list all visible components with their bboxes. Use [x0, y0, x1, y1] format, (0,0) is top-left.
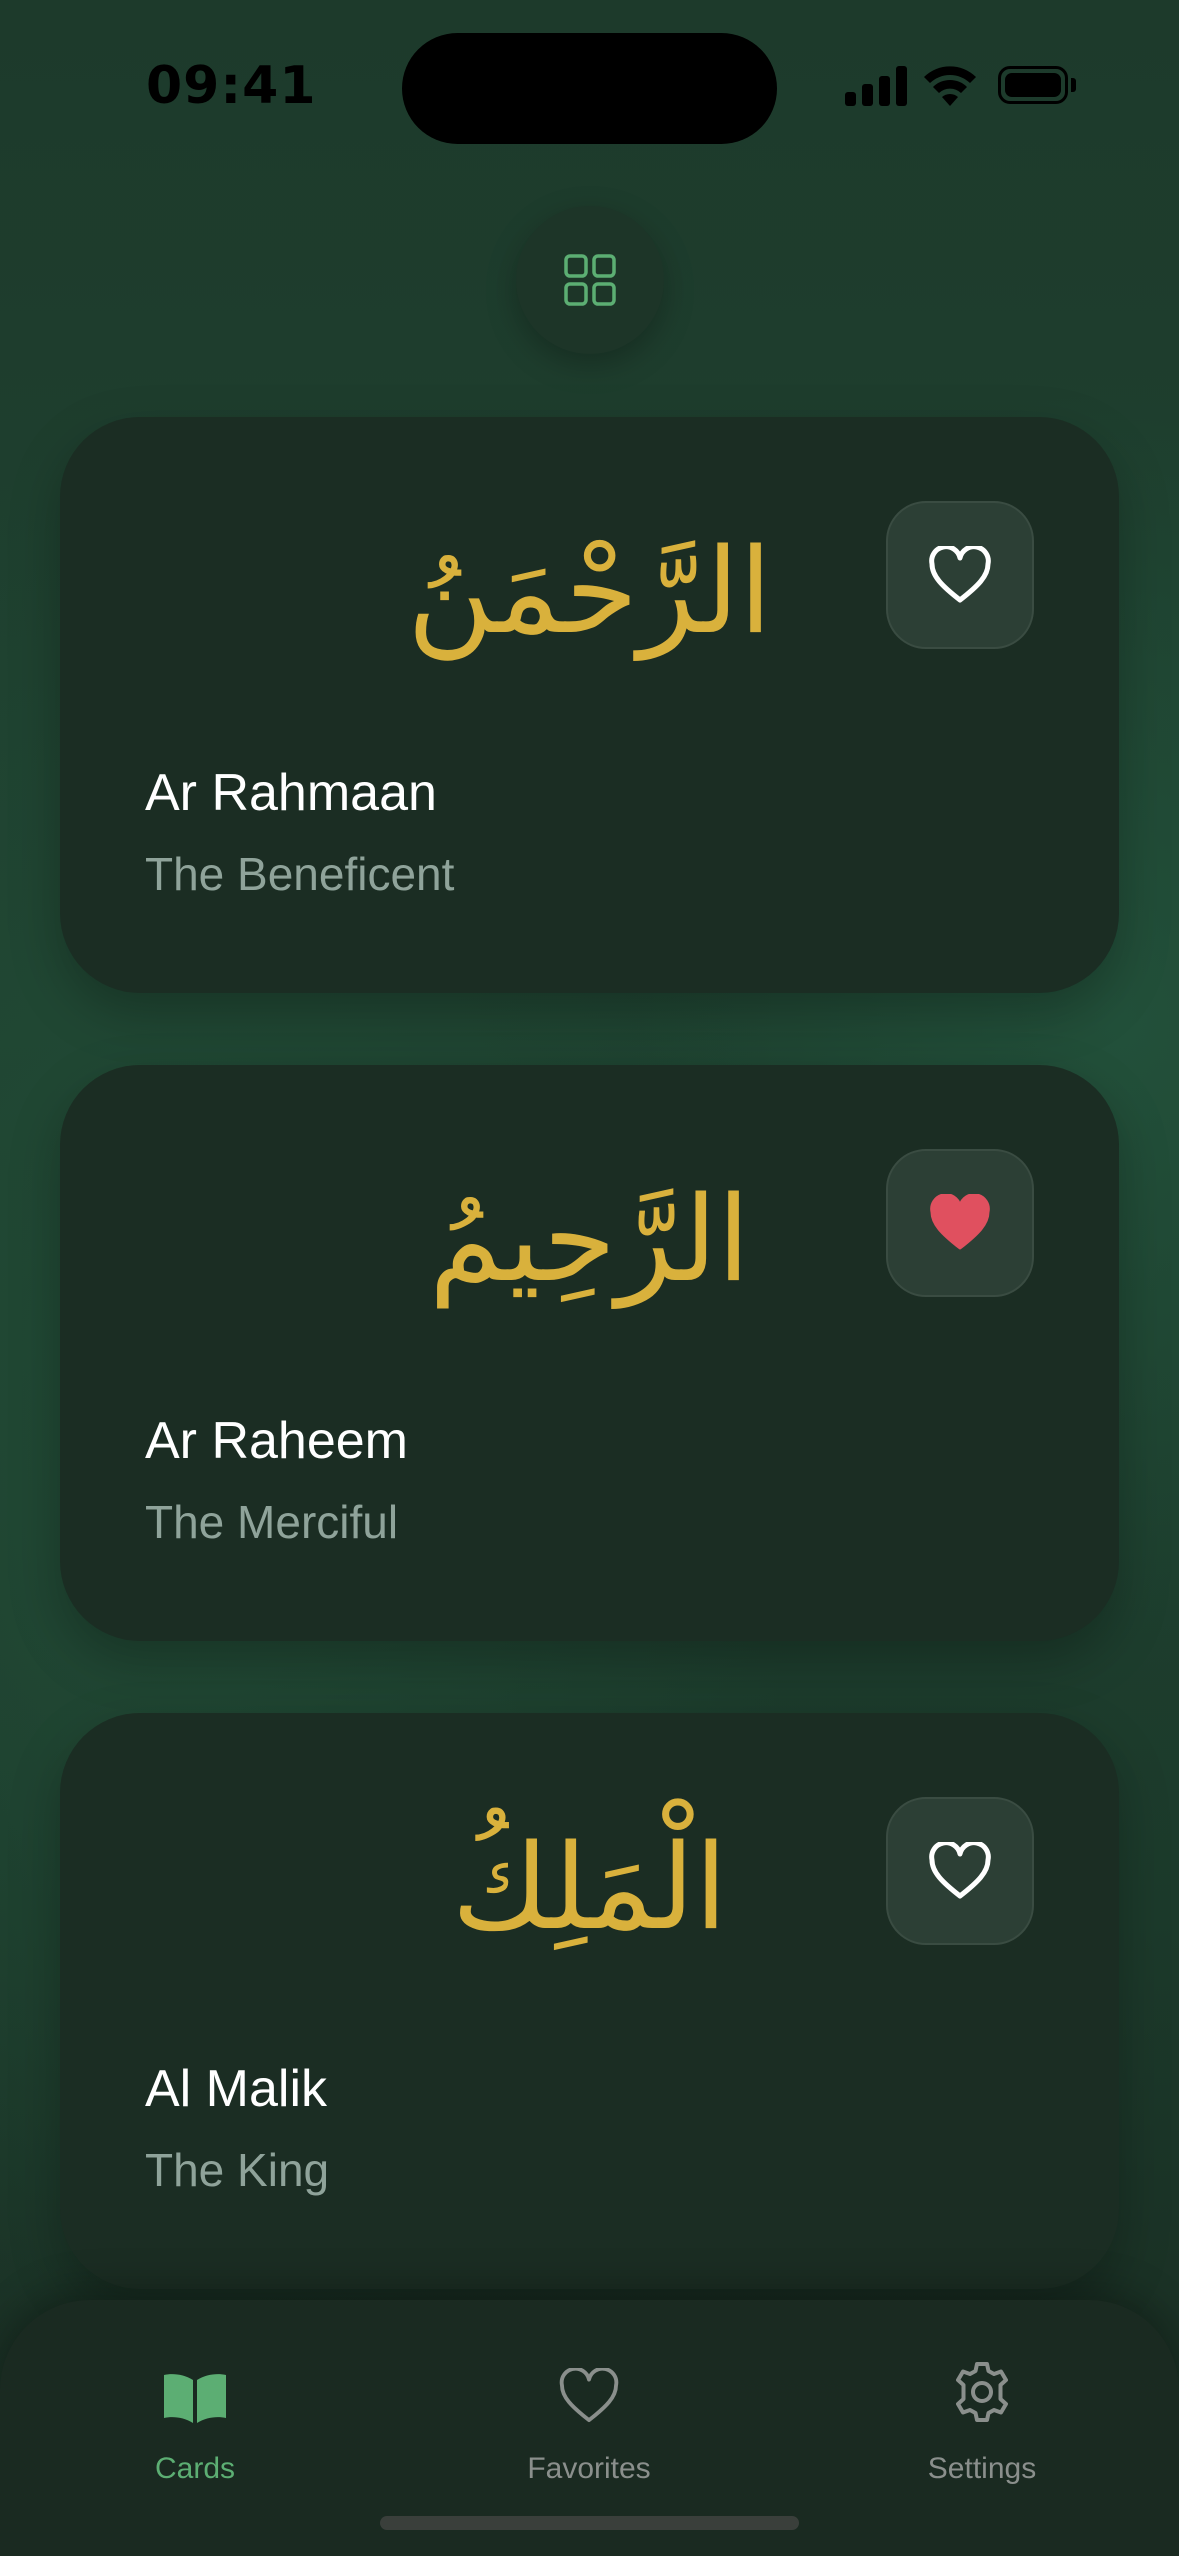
tab-label: Settings [927, 2452, 1037, 2485]
favorite-toggle-button[interactable] [886, 1149, 1034, 1297]
name-card[interactable]: الْمَلِكُ Al Malik The King [60, 1713, 1119, 2289]
transliteration: Ar Rahmaan [145, 764, 437, 822]
wifi-icon [924, 66, 976, 106]
transliteration: Al Malik [145, 2060, 328, 2118]
book-icon [164, 2374, 226, 2423]
grid-view-toggle-button[interactable] [516, 206, 664, 354]
dynamic-island [402, 33, 777, 144]
tab-settings[interactable]: Settings [832, 2344, 1132, 2486]
gear-icon [956, 2362, 1008, 2422]
status-time: 09:41 [146, 56, 317, 116]
tab-label: Cards [154, 2452, 236, 2485]
name-card[interactable]: الرَّحْمَنُ Ar Rahmaan The Beneficent [60, 417, 1119, 993]
tab-favorites[interactable]: Favorites [439, 2344, 739, 2486]
status-bar: 09:41 [0, 0, 1179, 170]
battery-icon [998, 66, 1078, 106]
favorite-toggle-button[interactable] [886, 501, 1034, 649]
name-card[interactable]: الرَّحِيمُ Ar Raheem The Merciful [60, 1065, 1119, 1641]
home-indicator[interactable] [380, 2516, 799, 2530]
tab-cards[interactable]: Cards [45, 2344, 345, 2486]
meaning: The King [145, 2144, 330, 2196]
tab-label: Favorites [527, 2452, 651, 2485]
favorite-toggle-button[interactable] [886, 1797, 1034, 1945]
heart-icon [559, 2368, 619, 2423]
transliteration: Ar Raheem [145, 1412, 408, 1470]
heart-filled-icon [930, 1194, 990, 1250]
meaning: The Merciful [145, 1496, 399, 1548]
meaning: The Beneficent [145, 848, 455, 900]
heart-outline-icon [929, 546, 991, 603]
heart-outline-icon [929, 1842, 991, 1899]
grid-icon [564, 254, 616, 306]
cellular-signal-icon [845, 66, 907, 106]
